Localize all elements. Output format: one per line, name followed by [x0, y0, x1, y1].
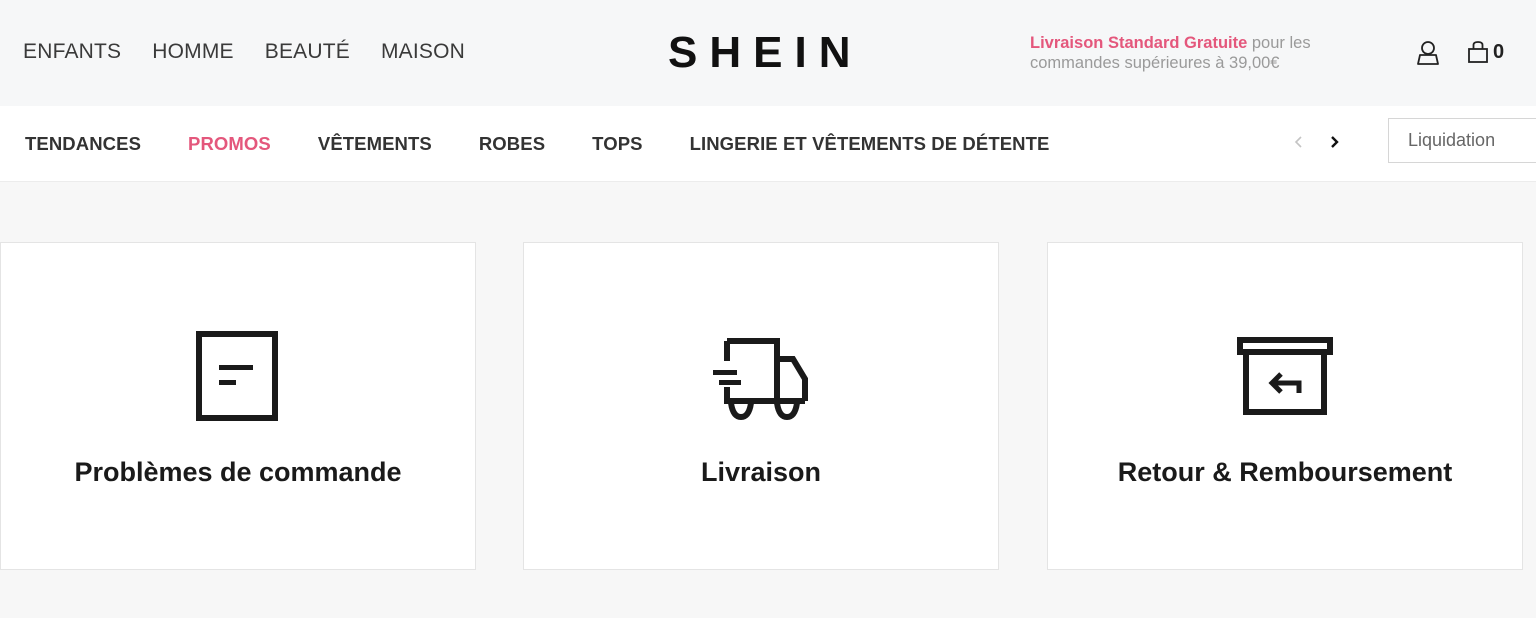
- free-shipping-banner[interactable]: Livraison Standard Gratuite pour les com…: [1030, 33, 1370, 73]
- shopping-bag-icon: [1468, 41, 1488, 63]
- card-title: Problèmes de commande: [74, 457, 402, 487]
- top-header: ENFANTS HOMME BEAUTÉ MAISON SHEIN Livrai…: [0, 0, 1536, 106]
- order-document-icon: [196, 331, 278, 421]
- top-category-links: ENFANTS HOMME BEAUTÉ MAISON: [23, 40, 465, 64]
- top-link-homme[interactable]: HOMME: [152, 40, 234, 64]
- shein-logo[interactable]: SHEIN: [668, 28, 862, 78]
- top-link-beaute[interactable]: BEAUTÉ: [265, 40, 350, 64]
- top-link-maison[interactable]: MAISON: [381, 40, 465, 64]
- free-shipping-highlight: Livraison Standard Gratuite: [1030, 34, 1248, 52]
- card-order-problems[interactable]: Problèmes de commande: [0, 242, 476, 570]
- card-delivery[interactable]: Livraison: [523, 242, 999, 570]
- nav-item-vetements[interactable]: VÊTEMENTS: [318, 133, 432, 155]
- nav-item-lingerie[interactable]: LINGERIE ET VÊTEMENTS DE DÉTENTE: [690, 133, 1050, 155]
- nav-item-tops[interactable]: TOPS: [592, 133, 642, 155]
- category-links: TENDANCES PROMOS VÊTEMENTS ROBES TOPS LI…: [25, 133, 1049, 155]
- return-box-icon: [1237, 337, 1333, 415]
- search-input[interactable]: [1388, 118, 1536, 163]
- nav-item-robes[interactable]: ROBES: [479, 133, 545, 155]
- nav-next-arrow-icon[interactable]: [1324, 130, 1344, 154]
- card-title: Livraison: [700, 457, 822, 487]
- cart-count: 0: [1493, 40, 1505, 63]
- cart-button[interactable]: 0: [1467, 40, 1504, 64]
- user-icon[interactable]: [1416, 40, 1440, 66]
- nav-item-tendances[interactable]: TENDANCES: [25, 133, 141, 155]
- delivery-truck-icon: [713, 338, 808, 421]
- nav-item-promos[interactable]: PROMOS: [188, 133, 271, 155]
- top-link-enfants[interactable]: ENFANTS: [23, 40, 121, 64]
- card-return-refund[interactable]: Retour & Remboursement: [1047, 242, 1523, 570]
- card-title: Retour & Remboursement: [1117, 457, 1453, 487]
- nav-prev-arrow-icon[interactable]: [1289, 130, 1309, 154]
